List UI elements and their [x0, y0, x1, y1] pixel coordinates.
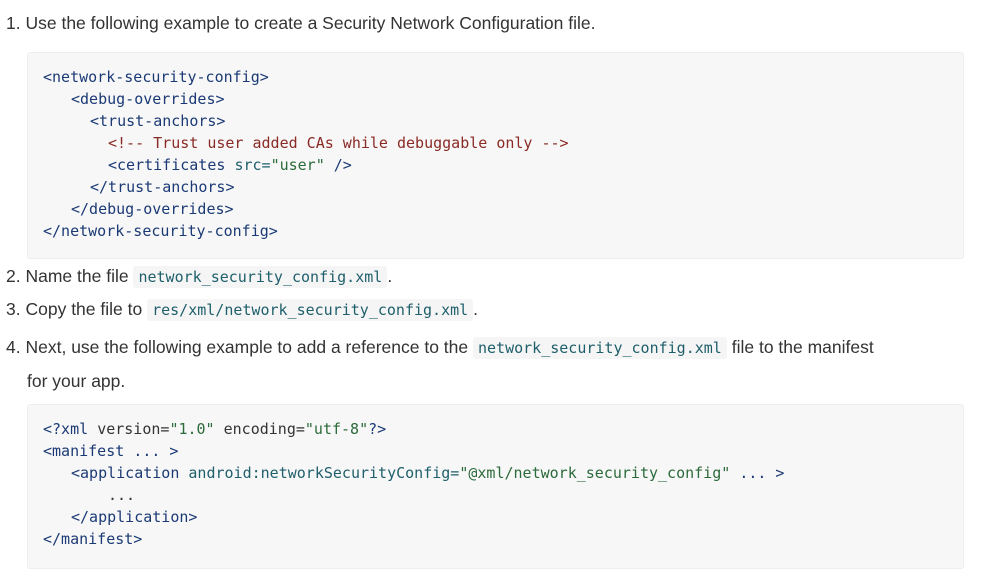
step-text: Copy the file to: [25, 299, 143, 319]
inline-code-path: res/xml/network_security_config.xml: [147, 299, 474, 321]
code-line: </trust-anchors>: [90, 178, 235, 196]
code-line: </debug-overrides>: [71, 200, 234, 218]
step-number: 2.: [6, 266, 21, 286]
step-1: 1. Use the following example to create a…: [6, 12, 595, 34]
step-text-continued: for your app.: [27, 371, 126, 391]
step-number: 4.: [6, 337, 21, 357]
inline-code-filename: network_security_config.xml: [473, 337, 727, 359]
step-2: 2. Name the file network_security_config…: [6, 266, 393, 288]
code-line: <trust-anchors>: [90, 112, 226, 130]
code-comment: <!-- Trust user added CAs while debuggab…: [108, 134, 569, 152]
step-text: Name the file: [25, 266, 129, 286]
step-text: Next, use the following example to add a…: [25, 337, 469, 357]
step-4: 4. Next, use the following example to ad…: [6, 331, 874, 398]
code-line: <?xml version="1.0" encoding="utf-8"?>: [43, 420, 387, 438]
code-line: <network-security-config>: [43, 68, 269, 86]
step-number: 3.: [6, 299, 21, 319]
inline-code-filename: network_security_config.xml: [133, 266, 388, 288]
code-line: <application android:networkSecurityConf…: [71, 464, 785, 482]
code-line: </network-security-config>: [43, 222, 278, 240]
code-line: </application>: [71, 508, 198, 526]
code-block-network-security-config[interactable]: <network-security-config> <debug-overrid…: [27, 52, 964, 259]
step-3: 3. Copy the file to res/xml/network_secu…: [6, 299, 479, 321]
code-line: <certificates src="user" />: [108, 156, 352, 174]
code-block-manifest[interactable]: <?xml version="1.0" encoding="utf-8"?> <…: [27, 404, 964, 569]
code-line: </manifest>: [43, 530, 143, 548]
step-number: 1.: [6, 13, 21, 33]
step-text: Use the following example to create a Se…: [25, 13, 596, 33]
code-line: ...: [108, 486, 136, 504]
code-line: <manifest ... >: [43, 442, 179, 460]
code-line: <debug-overrides>: [71, 90, 225, 108]
